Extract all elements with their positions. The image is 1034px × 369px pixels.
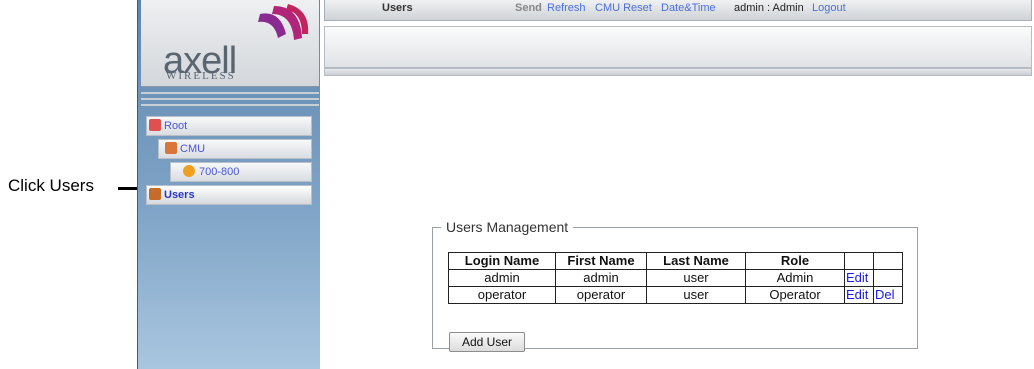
cell-role: Admin [745,269,845,287]
root-icon [149,119,161,131]
left-sidebar: axell WIRELESS Root CMU 700-800 Users [137,0,320,369]
users-table: Login Name First Name Last Name Role adm… [448,252,903,304]
tree-item-700-800[interactable]: 700-800 [170,162,312,182]
device-tree: Root CMU 700-800 Users [146,116,312,208]
cell-login: operator [448,286,556,304]
logo-subtitle: WIRELESS [166,70,236,82]
table-header-row: Login Name First Name Last Name Role [448,252,903,270]
tree-item-label: Users [164,189,195,201]
column-header: First Name [555,252,647,270]
cell-first-name: operator [555,286,647,304]
current-user-label: admin : Admin [734,2,804,14]
column-header [873,252,903,270]
cell-login: admin [448,269,556,287]
tree-item-cmu[interactable]: CMU [158,139,312,159]
edit-link[interactable]: Edit [844,269,874,287]
callout-label: Click Users [8,176,94,195]
app-window: axell WIRELESS Root CMU 700-800 Users Us… [137,0,1034,369]
users-management-legend: Users Management [446,219,569,235]
top-menu-bar: Users Send Refresh CMU Reset Date&Time a… [324,0,1032,21]
tree-item-label: 700-800 [199,166,240,178]
column-header [844,252,874,270]
menu-users[interactable]: Users [382,0,413,17]
cell-role: Operator [745,286,845,304]
edit-link[interactable]: Edit [844,286,874,304]
menu-date-time[interactable]: Date&Time [661,0,716,17]
delete-link [873,269,903,287]
tree-item-root[interactable]: Root [146,116,312,136]
menu-send[interactable]: Send [515,0,542,17]
cell-first-name: admin [555,269,647,287]
divider [141,104,319,106]
column-header: Last Name [646,252,746,270]
cmu-icon [165,142,177,154]
logo-mark-icon [258,4,309,40]
logo: axell WIRELESS [141,0,319,87]
table-row: admin admin user Admin Edit [448,269,903,287]
tree-item-users[interactable]: Users [146,185,312,205]
alert-icon [183,165,195,177]
users-management-panel: Users Management Login Name First Name L… [432,219,918,352]
column-header: Login Name [448,252,556,270]
menu-refresh[interactable]: Refresh [547,0,586,17]
cell-last-name: user [646,286,746,304]
delete-link[interactable]: Del [873,286,903,304]
users-icon [149,188,161,200]
tree-item-label: Root [164,120,188,132]
divider [141,92,319,94]
add-user-button[interactable]: Add User [449,332,525,352]
menu-logout[interactable]: Logout [812,0,846,17]
header-band [324,26,1032,68]
column-header: Role [745,252,845,270]
cell-last-name: user [646,269,746,287]
menu-cmu-reset[interactable]: CMU Reset [595,0,652,17]
main-panel: Users Send Refresh CMU Reset Date&Time a… [320,0,1034,369]
tree-item-label: CMU [180,143,206,155]
table-row: operator operator user Operator Edit Del [448,286,903,304]
divider [141,98,319,100]
header-band-secondary [324,68,1032,76]
